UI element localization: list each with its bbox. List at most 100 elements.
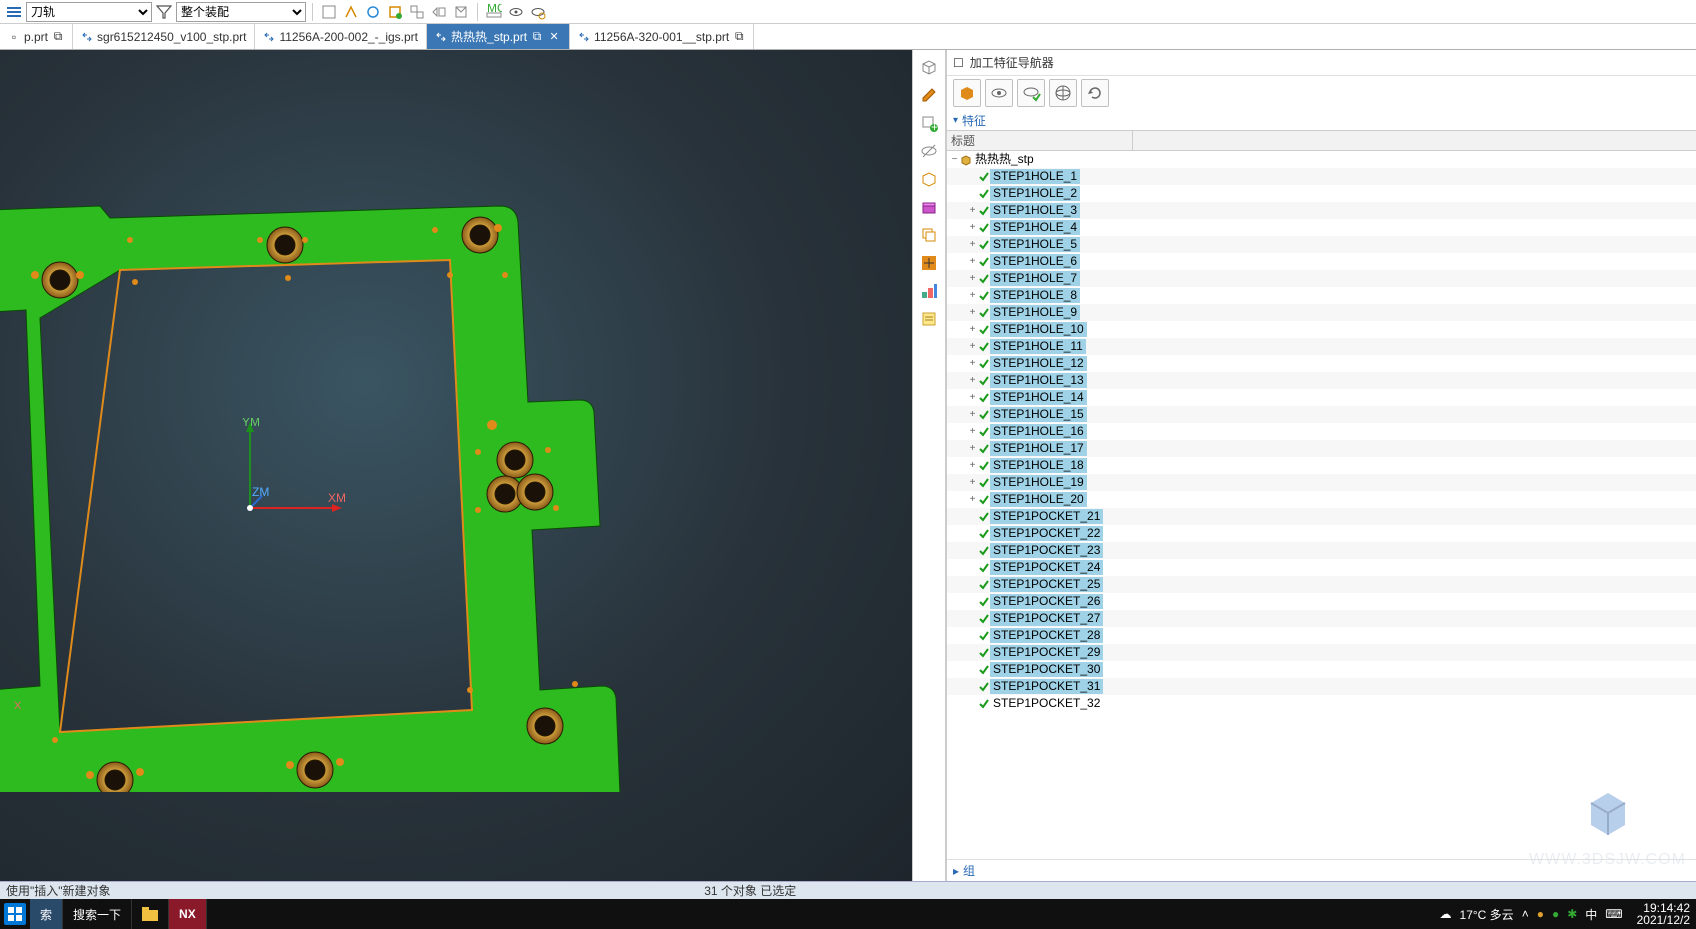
tab-0[interactable]: ▫ p.prt ⧉ <box>0 24 73 49</box>
mcs-icon[interactable]: MCS <box>484 2 504 22</box>
3d-viewport[interactable]: YM XM ZM X <box>0 50 912 881</box>
tab-2[interactable]: 11256A-200-002_-_igs.prt <box>255 24 427 49</box>
tree-item[interactable]: +STEP1HOLE_19 <box>947 474 1696 491</box>
expand-icon[interactable]: + <box>967 341 978 352</box>
tree-item[interactable]: STEP1POCKET_32 <box>947 695 1696 712</box>
tree-item[interactable]: STEP1POCKET_27 <box>947 610 1696 627</box>
tree-item[interactable]: +STEP1HOLE_14 <box>947 389 1696 406</box>
tree-item[interactable]: STEP1POCKET_31 <box>947 678 1696 695</box>
tool-btn-4[interactable] <box>385 2 405 22</box>
tray-chevron-icon[interactable]: ˄ <box>1522 907 1529 921</box>
tree-item[interactable]: STEP1POCKET_29 <box>947 644 1696 661</box>
tree-item[interactable]: +STEP1HOLE_11 <box>947 338 1696 355</box>
column-header-title[interactable]: 标题 <box>947 131 1133 150</box>
ptool-solid-icon[interactable] <box>953 79 981 107</box>
expand-icon[interactable]: + <box>967 375 978 386</box>
vtool-cube-icon[interactable] <box>918 56 940 78</box>
tree-item[interactable]: +STEP1HOLE_8 <box>947 287 1696 304</box>
tree-item[interactable]: STEP1POCKET_28 <box>947 627 1696 644</box>
ptool-globe-icon[interactable] <box>1049 79 1077 107</box>
tool-btn-1[interactable] <box>319 2 339 22</box>
menu-icon[interactable] <box>4 2 24 22</box>
expand-icon[interactable]: + <box>967 392 978 403</box>
vtool-add-icon[interactable]: + <box>918 112 940 134</box>
tool-btn-5[interactable] <box>407 2 427 22</box>
task-nx[interactable]: NX <box>169 899 207 929</box>
task-search[interactable]: 索 <box>30 899 63 929</box>
eye-config-icon[interactable] <box>528 2 548 22</box>
feature-tree[interactable]: 标题 − 热热热_stp STEP1HOLE_1STEP1HOLE_2+STEP… <box>947 130 1696 859</box>
tree-item[interactable]: +STEP1HOLE_7 <box>947 270 1696 287</box>
eye-icon[interactable] <box>506 2 526 22</box>
vtool-copy-icon[interactable] <box>918 224 940 246</box>
close-tab-icon[interactable]: ✕ <box>547 30 561 44</box>
taskbar-clock[interactable]: 19:14:42 2021/12/2 <box>1631 902 1696 926</box>
start-button[interactable] <box>4 903 26 925</box>
tree-item[interactable]: STEP1POCKET_21 <box>947 508 1696 525</box>
tree-item[interactable]: STEP1HOLE_2 <box>947 185 1696 202</box>
expand-icon[interactable]: + <box>967 307 978 318</box>
tab-3[interactable]: 热热热_stp.prt ⧉ ✕ <box>427 24 570 49</box>
expand-icon[interactable]: + <box>967 443 978 454</box>
expand-icon[interactable]: + <box>967 494 978 505</box>
expand-icon[interactable]: + <box>967 222 978 233</box>
expand-icon[interactable]: + <box>967 273 978 284</box>
tree-item[interactable]: +STEP1HOLE_6 <box>947 253 1696 270</box>
tray-icon-1[interactable]: ● <box>1537 907 1544 921</box>
tree-item[interactable]: +STEP1HOLE_4 <box>947 219 1696 236</box>
group-section-header[interactable]: ▸ 组 <box>947 859 1696 881</box>
tree-item[interactable]: STEP1POCKET_22 <box>947 525 1696 542</box>
expand-icon[interactable]: + <box>967 426 978 437</box>
expand-icon[interactable]: + <box>967 256 978 267</box>
expand-icon[interactable]: + <box>967 205 978 216</box>
system-tray[interactable]: ☁ 17°C 多云 ˄ ● ● ✱ 中 ⌨ <box>1432 906 1631 923</box>
tree-item[interactable]: STEP1POCKET_26 <box>947 593 1696 610</box>
features-section-header[interactable]: ▾ 特征 <box>947 110 1696 130</box>
vtool-edit-icon[interactable] <box>918 84 940 106</box>
tab-1[interactable]: sgr615212450_v100_stp.prt <box>73 24 255 49</box>
tool-btn-2[interactable] <box>341 2 361 22</box>
vtool-wireframe-icon[interactable] <box>918 168 940 190</box>
tree-item[interactable]: +STEP1HOLE_13 <box>947 372 1696 389</box>
expand-icon[interactable]: + <box>967 460 978 471</box>
expand-icon[interactable]: + <box>967 290 978 301</box>
tree-item[interactable]: +STEP1HOLE_9 <box>947 304 1696 321</box>
expand-icon[interactable]: + <box>967 477 978 488</box>
expand-icon[interactable]: + <box>967 409 978 420</box>
tray-wechat-icon[interactable]: ✱ <box>1567 907 1577 921</box>
filter-icon[interactable] <box>154 2 174 22</box>
tool-btn-7[interactable] <box>451 2 471 22</box>
expand-icon[interactable]: + <box>967 239 978 250</box>
tool-btn-6[interactable] <box>429 2 449 22</box>
weather-icon[interactable]: ☁ <box>1440 907 1452 921</box>
tree-item[interactable]: +STEP1HOLE_16 <box>947 423 1696 440</box>
tree-item[interactable]: +STEP1HOLE_15 <box>947 406 1696 423</box>
task-search-full[interactable]: 搜索一下 <box>63 899 132 929</box>
tree-root[interactable]: − 热热热_stp <box>947 151 1696 168</box>
tree-item[interactable]: +STEP1HOLE_18 <box>947 457 1696 474</box>
keyboard-icon[interactable]: ⌨ <box>1605 907 1622 921</box>
panel-checkbox-icon[interactable]: ☐ <box>953 56 964 70</box>
ptool-view-ok-icon[interactable] <box>1017 79 1045 107</box>
tree-item[interactable]: STEP1POCKET_25 <box>947 576 1696 593</box>
vtool-gift-icon[interactable] <box>918 196 940 218</box>
vtool-note-icon[interactable] <box>918 308 940 330</box>
tree-item[interactable]: +STEP1HOLE_5 <box>947 236 1696 253</box>
vtool-move-icon[interactable] <box>918 252 940 274</box>
tray-icon-2[interactable]: ● <box>1552 907 1559 921</box>
ptool-view-icon[interactable] <box>985 79 1013 107</box>
toolpath-select[interactable]: 刀轨 <box>26 2 152 22</box>
tree-item[interactable]: STEP1POCKET_24 <box>947 559 1696 576</box>
tab-4[interactable]: 11256A-320-001__stp.prt ⧉ <box>570 24 754 49</box>
expand-icon[interactable]: + <box>967 358 978 369</box>
tree-item[interactable]: +STEP1HOLE_10 <box>947 321 1696 338</box>
tree-item[interactable]: +STEP1HOLE_17 <box>947 440 1696 457</box>
tree-item[interactable]: +STEP1HOLE_3 <box>947 202 1696 219</box>
tree-item[interactable]: +STEP1HOLE_12 <box>947 355 1696 372</box>
tree-item[interactable]: STEP1POCKET_30 <box>947 661 1696 678</box>
assembly-select[interactable]: 整个装配 <box>176 2 306 22</box>
tree-item[interactable]: +STEP1HOLE_20 <box>947 491 1696 508</box>
collapse-icon[interactable]: − <box>949 154 960 165</box>
ime-indicator[interactable]: 中 <box>1585 906 1597 923</box>
task-explorer[interactable] <box>132 899 169 929</box>
